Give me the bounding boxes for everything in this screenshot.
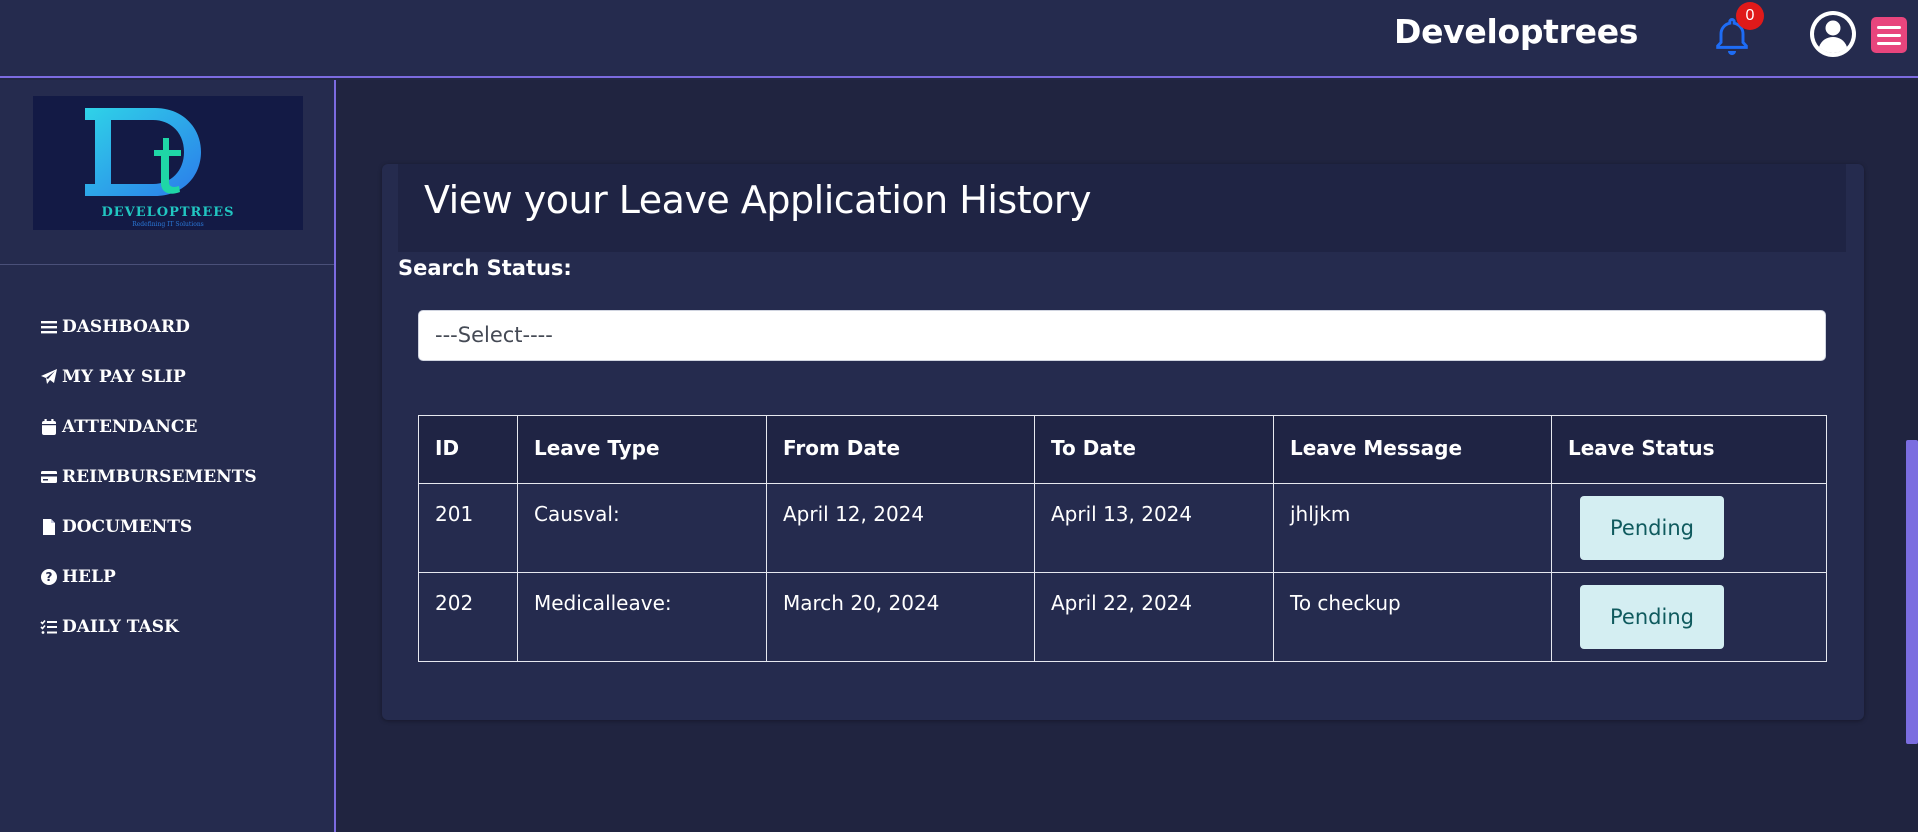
cell-leave-type: Causval: — [517, 483, 767, 573]
list-check-icon — [40, 619, 57, 634]
table-row: 201 Causval: April 12, 2024 April 13, 20… — [418, 483, 1827, 573]
table-row: 202 Medicalleave: March 20, 2024 April 2… — [418, 572, 1827, 662]
question-circle-icon: ? — [41, 569, 57, 585]
column-header-id: ID — [418, 415, 518, 484]
logo-text: DEVELOPTREES — [101, 205, 234, 220]
cell-from-date: March 20, 2024 — [766, 572, 1035, 662]
sidebar-item-label: ATTENDANCE — [62, 417, 198, 437]
search-status-label: Search Status: — [398, 256, 572, 280]
sidebar-item-label: DASHBOARD — [62, 317, 190, 337]
sidebar-item-label: HELP — [62, 567, 116, 587]
column-header-leave-message: Leave Message — [1273, 415, 1552, 484]
top-header: Developtrees 0 — [0, 0, 1918, 78]
calendar-icon — [42, 419, 56, 435]
status-badge[interactable]: Pending — [1580, 496, 1724, 560]
cell-to-date: April 22, 2024 — [1034, 572, 1274, 662]
file-icon — [43, 519, 55, 535]
sidebar-item-help[interactable]: ? HELP — [40, 552, 257, 602]
cell-id: 202 — [418, 572, 518, 662]
cell-id: 201 — [418, 483, 518, 573]
bars-icon — [41, 321, 57, 334]
column-header-leave-status: Leave Status — [1551, 415, 1827, 484]
leave-history-table: ID Leave Type From Date To Date Leave Me… — [418, 415, 1827, 662]
sidebar-divider — [0, 264, 334, 265]
status-select[interactable]: ---Select---- — [418, 310, 1826, 361]
sidebar-item-label: DAILY TASK — [62, 617, 179, 637]
svg-text:?: ? — [46, 570, 53, 584]
scrollbar-thumb[interactable] — [1906, 440, 1918, 744]
column-header-from-date: From Date — [766, 415, 1035, 484]
sidebar-item-daily-task[interactable]: DAILY TASK — [40, 602, 257, 652]
svg-text:Redefining IT Solutions: Redefining IT Solutions — [132, 221, 204, 228]
notification-badge: 0 — [1736, 2, 1764, 30]
sidebar-item-dashboard[interactable]: DASHBOARD — [40, 302, 257, 352]
cell-leave-message: jhljkm — [1273, 483, 1552, 573]
brand-title: Developtrees — [1394, 12, 1639, 51]
paper-plane-icon — [41, 369, 57, 384]
sidebar-item-label: REIMBURSEMENTS — [62, 467, 257, 487]
cell-leave-status: Pending — [1551, 572, 1827, 662]
sidebar-item-documents[interactable]: DOCUMENTS — [40, 502, 257, 552]
sidebar-item-attendance[interactable]: ATTENDANCE — [40, 402, 257, 452]
status-badge[interactable]: Pending — [1580, 585, 1724, 649]
cell-from-date: April 12, 2024 — [766, 483, 1035, 573]
sidebar-item-label: MY PAY SLIP — [62, 367, 186, 387]
table-header-row: ID Leave Type From Date To Date Leave Me… — [418, 415, 1827, 484]
cell-leave-type: Medicalleave: — [517, 572, 767, 662]
hamburger-menu-button[interactable] — [1871, 17, 1907, 53]
credit-card-icon — [41, 471, 57, 483]
cell-to-date: April 13, 2024 — [1034, 483, 1274, 573]
sidebar-item-label: DOCUMENTS — [62, 517, 193, 537]
sidebar-nav: DASHBOARD MY PAY SLIP ATTENDANCE REIMBUR… — [40, 302, 257, 652]
page-title: View your Leave Application History — [424, 178, 1091, 222]
cell-leave-message: To checkup — [1273, 572, 1552, 662]
user-avatar-icon[interactable] — [1810, 11, 1856, 57]
sidebar-item-my-pay-slip[interactable]: MY PAY SLIP — [40, 352, 257, 402]
column-header-to-date: To Date — [1034, 415, 1274, 484]
column-header-leave-type: Leave Type — [517, 415, 767, 484]
cell-leave-status: Pending — [1551, 483, 1827, 573]
company-logo[interactable]: DEVELOPTREES Redefining IT Solutions — [33, 96, 303, 230]
sidebar: DEVELOPTREES Redefining IT Solutions DAS… — [0, 80, 336, 832]
sidebar-item-reimbursements[interactable]: REIMBURSEMENTS — [40, 452, 257, 502]
